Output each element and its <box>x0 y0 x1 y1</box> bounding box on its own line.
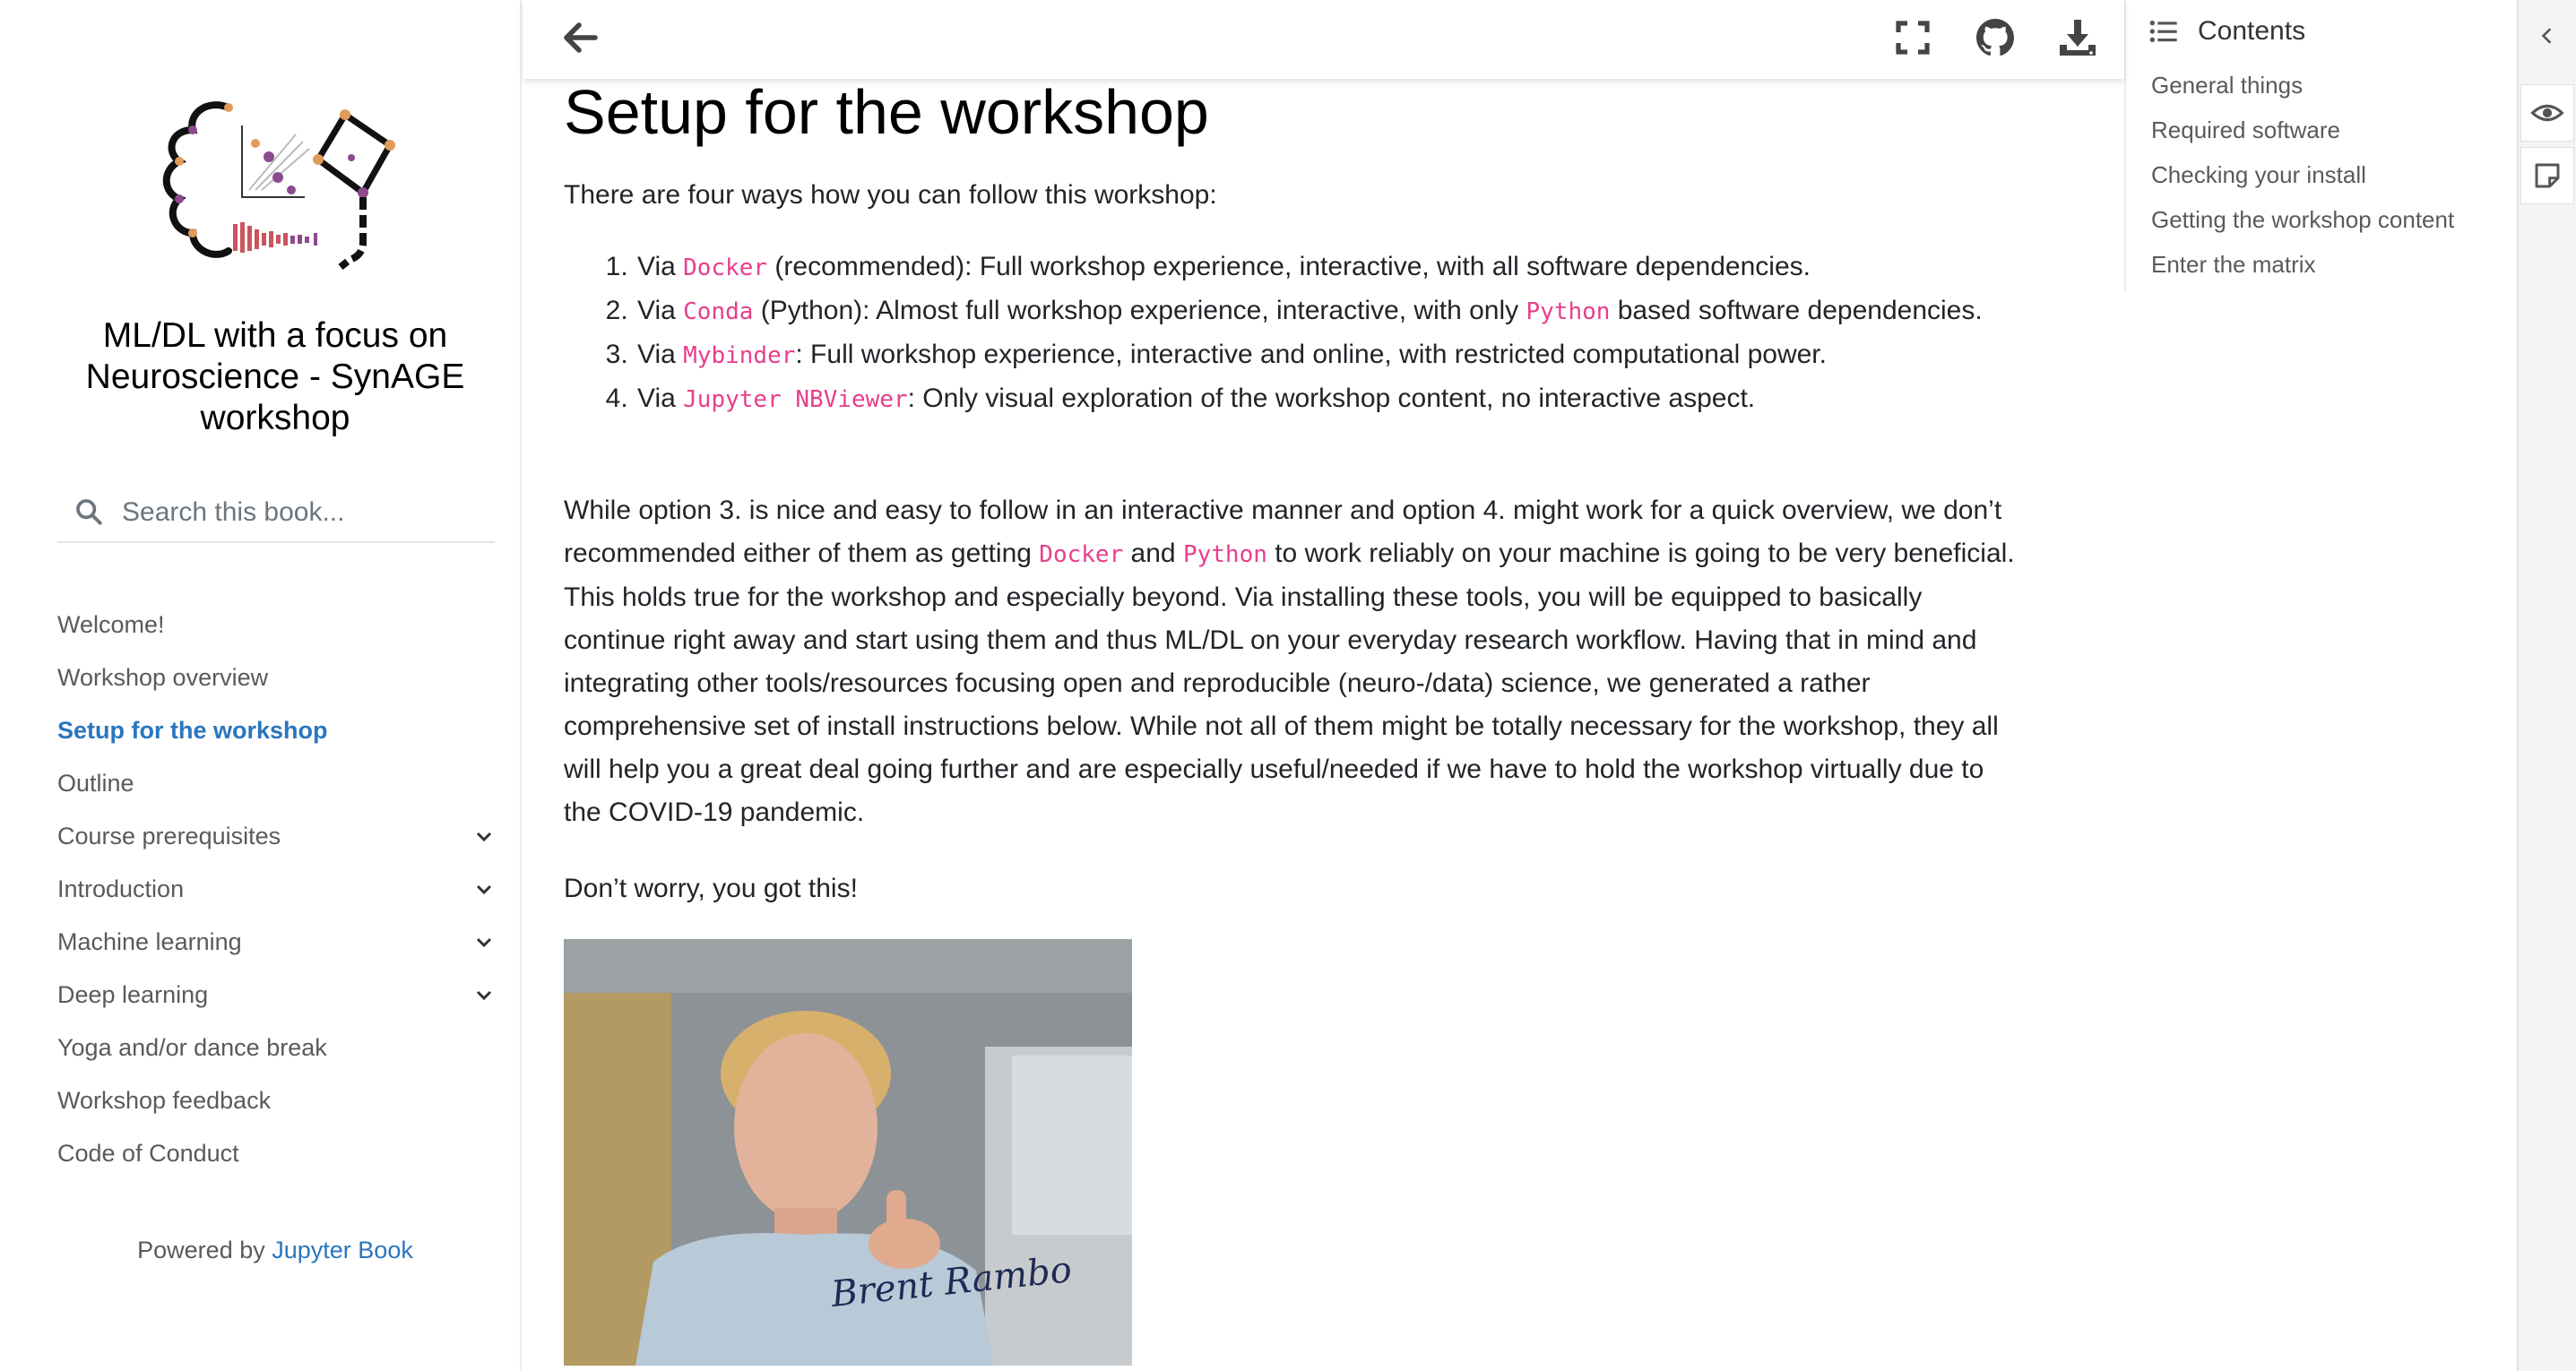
inline-code: Python <box>1182 541 1267 568</box>
list-item-text: based software dependencies. <box>1610 296 1983 325</box>
page-toc: Contents General things Required softwar… <box>2124 0 2520 292</box>
sidebar-item-workshop-feedback[interactable]: Workshop feedback <box>57 1074 506 1127</box>
list-item-text: Via <box>637 296 684 325</box>
inline-code: Python <box>1526 298 1611 325</box>
sidebar-item-label: Setup for the workshop <box>57 717 328 744</box>
sidebar-item-deep-learning[interactable]: Deep learning <box>57 969 506 1022</box>
list-icon <box>2149 21 2177 42</box>
new-note-button[interactable] <box>2520 147 2574 204</box>
sidebar-nav: Welcome! Workshop overview Setup for the… <box>57 599 506 1180</box>
inline-code: Conda <box>683 298 754 325</box>
inline-code: Docker <box>683 254 768 281</box>
sidebar-item-label: Introduction <box>57 875 185 902</box>
toc-item-general-things[interactable]: General things <box>2151 72 2454 116</box>
powered-by: Powered by Jupyter Book <box>0 1237 550 1264</box>
chevron-down-icon[interactable] <box>475 934 493 952</box>
book-title[interactable]: ML/DL with a focus on Neuroscience - Syn… <box>36 315 514 439</box>
list-item-text: (recommended): Full workshop experience,… <box>767 252 1811 281</box>
list-item: Via Conda (Python): Almost full workshop… <box>635 289 2105 333</box>
sidebar-item-label: Machine learning <box>57 928 242 955</box>
toc-item-checking-install[interactable]: Checking your install <box>2151 161 2454 206</box>
book-logo[interactable] <box>143 90 412 305</box>
inline-code: Jupyter NBViewer <box>683 386 908 413</box>
list-item-text: : Only visual exploration of the worksho… <box>907 384 1756 413</box>
download-icon[interactable] <box>2056 16 2099 59</box>
sidebar-item-machine-learning[interactable]: Machine learning <box>57 916 506 969</box>
sidebar-item-outline[interactable]: Outline <box>57 757 506 810</box>
intro-paragraph: There are four ways how you can follow t… <box>564 180 1217 210</box>
sidebar-item-label: Course prerequisites <box>57 823 281 849</box>
eye-icon <box>2530 104 2564 122</box>
search-icon <box>76 499 102 525</box>
toc-list: General things Required software Checkin… <box>2151 72 2454 296</box>
collapse-rail-button[interactable] <box>2520 7 2574 65</box>
search-box <box>57 484 495 543</box>
list-item: Via Jupyter NBViewer: Only visual explor… <box>635 377 2105 421</box>
sidebar-item-label: Outline <box>57 770 134 797</box>
toc-item-required-software[interactable]: Required software <box>2151 116 2454 161</box>
list-item-text: (Python): Almost full workshop experienc… <box>753 296 1526 325</box>
list-item: Via Mybinder: Full workshop experience, … <box>635 333 2105 377</box>
toc-item-enter-matrix[interactable]: Enter the matrix <box>2151 251 2454 296</box>
top-bar <box>523 0 2124 79</box>
arrow-left-icon[interactable] <box>559 16 602 59</box>
ways-list: Via Docker (recommended): Full workshop … <box>564 246 2105 421</box>
fullscreen-icon[interactable] <box>1891 16 1934 59</box>
list-item-text: Via <box>637 340 684 369</box>
page-title: Setup for the workshop <box>564 77 1209 147</box>
list-item-text: Via <box>637 252 684 281</box>
thumbs-up-gif: Brent Rambo <box>564 939 1132 1366</box>
sticky-note-icon <box>2535 163 2560 188</box>
chevron-down-icon[interactable] <box>475 881 493 899</box>
jupyter-book-link[interactable]: Jupyter Book <box>272 1237 413 1263</box>
chevron-down-icon[interactable] <box>475 987 493 1005</box>
sidebar-item-workshop-overview[interactable]: Workshop overview <box>57 651 506 704</box>
github-icon[interactable] <box>1974 16 2017 59</box>
sidebar: ML/DL with a focus on Neuroscience - Syn… <box>0 0 522 1371</box>
toc-item-workshop-content[interactable]: Getting the workshop content <box>2151 206 2454 251</box>
paragraph-text: to work reliably on your machine is goin… <box>564 539 2015 827</box>
annotation-rail <box>2517 0 2576 1371</box>
sidebar-item-label: Deep learning <box>57 981 209 1008</box>
sidebar-item-label: Workshop overview <box>57 664 269 691</box>
sidebar-item-introduction[interactable]: Introduction <box>57 863 506 916</box>
powered-by-prefix: Powered by <box>137 1237 265 1263</box>
encouragement-paragraph: Don’t worry, you got this! <box>564 874 858 903</box>
sidebar-item-setup[interactable]: Setup for the workshop <box>57 704 506 757</box>
sidebar-item-yoga-break[interactable]: Yoga and/or dance break <box>57 1022 506 1074</box>
list-item-text: Via <box>637 384 684 413</box>
body-paragraph: While option 3. is nice and easy to foll… <box>564 489 2020 834</box>
sidebar-item-label: Welcome! <box>57 611 165 638</box>
sidebar-item-course-prerequisites[interactable]: Course prerequisites <box>57 810 506 863</box>
chevron-left-icon <box>2541 28 2552 44</box>
inline-code: Docker <box>1039 541 1124 568</box>
search-input[interactable] <box>120 493 482 532</box>
sidebar-item-welcome[interactable]: Welcome! <box>57 599 506 651</box>
list-item: Via Docker (recommended): Full workshop … <box>635 246 2105 289</box>
paragraph-text: and <box>1123 539 1183 568</box>
toc-title: Contents <box>2198 16 2306 46</box>
visibility-button[interactable] <box>2520 84 2574 142</box>
chevron-down-icon[interactable] <box>475 828 493 846</box>
sidebar-item-label: Yoga and/or dance break <box>57 1034 327 1061</box>
sidebar-item-label: Code of Conduct <box>57 1140 239 1167</box>
sidebar-item-label: Workshop feedback <box>57 1087 272 1114</box>
inline-code: Mybinder <box>683 342 796 369</box>
toc-header: Contents <box>2149 16 2305 47</box>
sidebar-item-code-of-conduct[interactable]: Code of Conduct <box>57 1127 506 1180</box>
list-item-text: : Full workshop experience, interactive … <box>795 340 1827 369</box>
